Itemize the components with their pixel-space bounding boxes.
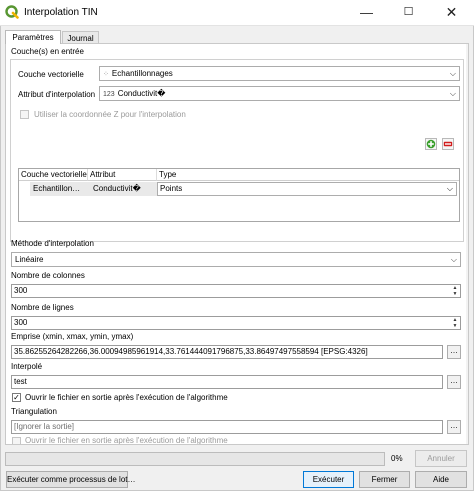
layers-table: Couche vectorielle Attribut Type Echanti… — [18, 168, 460, 222]
rows-label: Nombre de lignes — [11, 303, 74, 312]
table-cell-layer: Echantillon… — [33, 184, 81, 193]
spin-down-icon[interactable]: ▼ — [453, 323, 458, 329]
use-z-checkbox[interactable] — [20, 110, 29, 119]
ellipsis-icon: … — [450, 376, 458, 385]
triangulation-placeholder: [Ignorer la sortie] — [14, 422, 75, 431]
dialog-body: Paramètres Journal Couche(s) en entrée C… — [0, 26, 474, 491]
add-icon — [426, 139, 436, 149]
tab-journal[interactable]: Journal — [62, 31, 99, 43]
open-triangulation-label: Ouvrir le fichier en sortie après l'exéc… — [25, 436, 228, 445]
triangulation-label: Triangulation — [11, 407, 57, 416]
maximize-button[interactable]: ☐ — [391, 0, 426, 25]
open-interpolated-label: Ouvrir le fichier en sortie après l'exéc… — [25, 393, 228, 402]
rows-spinner[interactable]: ▲ ▼ — [451, 317, 459, 329]
extent-value: 35.86255264282266,36.00094985961914,33.7… — [14, 347, 368, 356]
parameters-panel: Couche(s) en entrée Couche vectorielle ⁘… — [5, 43, 469, 445]
type-combo[interactable]: Points ⌵ — [157, 182, 457, 196]
column-header-layer[interactable]: Couche vectorielle — [19, 169, 88, 181]
check-icon: ✓ — [13, 393, 20, 402]
ellipsis-icon: … — [450, 421, 458, 430]
columns-spinner[interactable]: ▲ ▼ — [451, 285, 459, 297]
extent-label: Emprise (xmin, xmax, ymin, ymax) — [11, 332, 134, 341]
triangulation-browse-button[interactable]: … — [447, 420, 461, 434]
interpolated-output-value: test — [14, 377, 27, 386]
table-cell-attribute: Conductivit� — [93, 184, 141, 193]
attribute-value: Conductivit� — [117, 89, 166, 98]
batch-process-button[interactable]: Exécuter comme processus de lot… — [6, 471, 136, 488]
open-interpolated-checkbox[interactable]: ✓ — [12, 393, 21, 402]
columns-input[interactable]: 300 ▲ ▼ — [11, 284, 461, 298]
columns-value: 300 — [14, 286, 28, 295]
method-value: Linéaire — [15, 255, 44, 264]
qgis-logo-icon — [5, 5, 19, 19]
window-title: Interpolation TIN — [24, 7, 98, 18]
column-header-attribute[interactable]: Attribut — [88, 169, 157, 181]
interpolated-label: Interpolé — [11, 362, 43, 371]
vector-layer-value: Echantillonnages — [111, 69, 173, 78]
vector-layer-label: Couche vectorielle — [18, 70, 84, 79]
chevron-down-icon: ⌵ — [449, 69, 456, 78]
attribute-combo[interactable]: 123 Conductivit� ⌵ — [99, 86, 460, 101]
point-layer-icon: ⁘ — [103, 71, 109, 78]
rows-value: 300 — [14, 318, 28, 327]
rows-input[interactable]: 300 ▲ ▼ — [11, 316, 461, 330]
progress-bar — [5, 452, 385, 466]
use-z-label: Utiliser la coordonnée Z pour l'interpol… — [34, 110, 186, 119]
chevron-down-icon: ⌵ — [449, 89, 456, 98]
help-button[interactable]: Aide — [415, 471, 467, 488]
remove-icon — [443, 141, 453, 147]
title-bar: Interpolation TIN — ☐ ✕ — [0, 0, 474, 26]
run-button[interactable]: Exécuter — [303, 471, 354, 488]
columns-label: Nombre de colonnes — [11, 271, 85, 280]
vertical-scrollbar[interactable] — [466, 44, 468, 444]
close-window-button[interactable]: ✕ — [434, 0, 469, 25]
open-triangulation-checkbox[interactable] — [12, 437, 21, 444]
attribute-label: Attribut d'interpolation — [18, 90, 96, 99]
interpolated-browse-button[interactable]: … — [447, 375, 461, 389]
tab-parametres[interactable]: Paramètres — [5, 30, 61, 44]
method-label: Méthode d'interpolation — [11, 239, 94, 248]
method-combo[interactable]: Linéaire ⌵ — [11, 252, 461, 267]
table-cell-type: Points — [160, 184, 183, 193]
input-layers-section-label: Couche(s) en entrée — [11, 47, 84, 56]
extent-input[interactable]: 35.86255264282266,36.00094985961914,33.7… — [11, 345, 443, 359]
progress-percent: 0% — [391, 454, 403, 463]
minimize-button[interactable]: — — [349, 0, 384, 25]
remove-layer-button[interactable] — [442, 138, 454, 150]
cancel-button[interactable]: Annuler — [415, 450, 467, 467]
chevron-down-icon: ⌵ — [446, 184, 453, 193]
add-layer-button[interactable] — [425, 138, 437, 150]
chevron-down-icon: ⌵ — [450, 255, 457, 264]
triangulation-output-input[interactable]: [Ignorer la sortie] — [11, 420, 443, 434]
ellipsis-icon: … — [450, 346, 458, 355]
column-header-type[interactable]: Type — [157, 169, 459, 181]
extent-options-button[interactable]: … — [447, 345, 461, 359]
interpolated-output-input[interactable]: test — [11, 375, 443, 389]
numeric-field-icon: 123 — [103, 91, 115, 98]
spin-down-icon[interactable]: ▼ — [453, 291, 458, 297]
vector-layer-combo[interactable]: ⁘ Echantillonnages ⌵ — [99, 66, 460, 81]
close-button[interactable]: Fermer — [359, 471, 410, 488]
